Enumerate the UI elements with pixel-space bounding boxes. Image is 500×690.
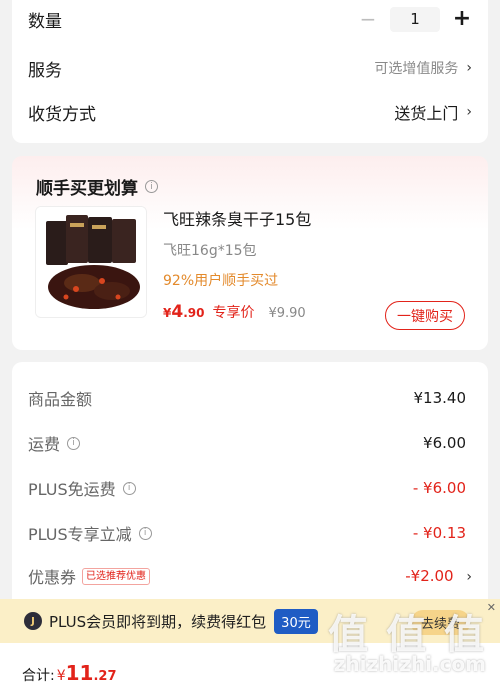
plus-icon[interactable]: + bbox=[452, 8, 472, 30]
addon-title-text: 顺手买更划算 bbox=[36, 179, 138, 199]
product-photo-icon bbox=[36, 207, 146, 317]
total-label: 合计: bbox=[22, 668, 55, 684]
one-click-buy-button[interactable]: 一键购买 bbox=[385, 301, 465, 330]
coupon-row[interactable]: 优惠券 已选推荐优惠 -¥2.00 › bbox=[28, 564, 472, 588]
product-popularity: 92%用户顺手买过 bbox=[163, 273, 279, 289]
chevron-right-icon: › bbox=[466, 60, 472, 76]
service-value-text: 可选增值服务 bbox=[374, 61, 459, 77]
plus-discount-label-wrap: PLUS专享立减 i bbox=[28, 521, 152, 545]
product-spec: 飞旺16g*15包 bbox=[163, 243, 257, 259]
total-currency: ¥ bbox=[56, 668, 66, 684]
plus-banner-text: PLUS会员即将到期，续费得红包 bbox=[49, 612, 267, 631]
plus-freight-row: PLUS免运费 i - ¥6.00 bbox=[28, 476, 466, 500]
chevron-right-icon: › bbox=[466, 104, 472, 120]
quantity-label: 数量 bbox=[28, 11, 62, 32]
plus-freight-label-wrap: PLUS免运费 i bbox=[28, 476, 136, 500]
coupon-value-wrap: -¥2.00 › bbox=[405, 567, 472, 585]
close-icon[interactable]: ✕ bbox=[487, 601, 496, 614]
coupon-label: 优惠券 bbox=[28, 568, 77, 587]
price-int: 4 bbox=[171, 302, 184, 322]
shipping-label: 收货方式 bbox=[28, 104, 96, 125]
service-row[interactable]: 服务 可选增值服务 › bbox=[28, 56, 472, 81]
plus-freight-value: - ¥6.00 bbox=[412, 479, 466, 497]
coupon-value: -¥2.00 bbox=[405, 567, 454, 585]
goods-amount-label: 商品金额 bbox=[28, 390, 93, 409]
info-icon[interactable]: i bbox=[145, 180, 158, 193]
plus-freight-label: PLUS免运费 bbox=[28, 480, 116, 499]
info-icon[interactable]: i bbox=[122, 481, 136, 495]
service-label: 服务 bbox=[28, 60, 62, 81]
order-options-card: 数量 − 1 + 服务 可选增值服务 › 收货方式 送货上门 › bbox=[12, 0, 488, 143]
quantity-row: 数量 − 1 + bbox=[28, 6, 472, 32]
total-dec: .27 bbox=[93, 669, 117, 684]
freight-label-wrap: 运费 i bbox=[28, 431, 81, 455]
product-image[interactable] bbox=[35, 206, 147, 318]
freight-value: ¥6.00 bbox=[423, 434, 466, 452]
quantity-input[interactable]: 1 bbox=[390, 6, 440, 32]
order-total: 合计: ¥ 11 .27 bbox=[22, 661, 117, 685]
quantity-stepper: − 1 + bbox=[358, 6, 472, 32]
shipping-value-text: 送货上门 bbox=[394, 104, 459, 123]
product-name[interactable]: 飞旺辣条臭干子15包 bbox=[163, 206, 311, 230]
info-icon[interactable]: i bbox=[138, 526, 152, 540]
info-icon[interactable]: i bbox=[67, 436, 81, 450]
freight-label: 运费 bbox=[28, 435, 61, 454]
coupon-badge: 已选推荐优惠 bbox=[82, 567, 151, 585]
price-dec: .90 bbox=[183, 306, 205, 320]
price-tag: 专享价 bbox=[212, 305, 255, 321]
service-value: 可选增值服务 › bbox=[374, 58, 472, 78]
shipping-row[interactable]: 收货方式 送货上门 › bbox=[28, 100, 472, 125]
plus-logo-icon: J bbox=[24, 612, 42, 630]
plus-renew-banner[interactable]: J PLUS会员即将到期，续费得红包 30元 去续费 ✕ bbox=[0, 599, 500, 643]
plus-discount-label: PLUS专享立减 bbox=[28, 525, 132, 544]
plus-red-packet-amount: 30元 bbox=[274, 608, 318, 634]
total-int: 11 bbox=[65, 661, 94, 685]
minus-icon[interactable]: − bbox=[358, 9, 378, 29]
goods-amount-row: 商品金额 ¥13.40 bbox=[28, 386, 466, 410]
price-main: ¥4.90 bbox=[163, 302, 204, 322]
chevron-right-icon: › bbox=[466, 569, 472, 585]
bottom-total-bar: 合计: ¥ 11 .27 bbox=[0, 643, 500, 690]
addon-card: 顺手买更划算 i 飞旺辣条臭干子15包 飞旺16g*15包 92%用户顺手买过 … bbox=[12, 156, 488, 350]
addon-title: 顺手买更划算 i bbox=[36, 174, 158, 199]
plus-discount-value: - ¥0.13 bbox=[412, 524, 466, 542]
plus-discount-row: PLUS专享立减 i - ¥0.13 bbox=[28, 521, 466, 545]
goods-amount-value: ¥13.40 bbox=[413, 389, 467, 407]
coupon-label-wrap: 优惠券 已选推荐优惠 bbox=[28, 564, 151, 588]
product-price: ¥4.90 专享价 ¥9.90 bbox=[163, 302, 306, 322]
shipping-value: 送货上门 › bbox=[394, 100, 472, 124]
plus-renew-button[interactable]: 去续费 bbox=[410, 610, 470, 635]
original-price: ¥9.90 bbox=[268, 306, 306, 321]
freight-row: 运费 i ¥6.00 bbox=[28, 431, 466, 455]
